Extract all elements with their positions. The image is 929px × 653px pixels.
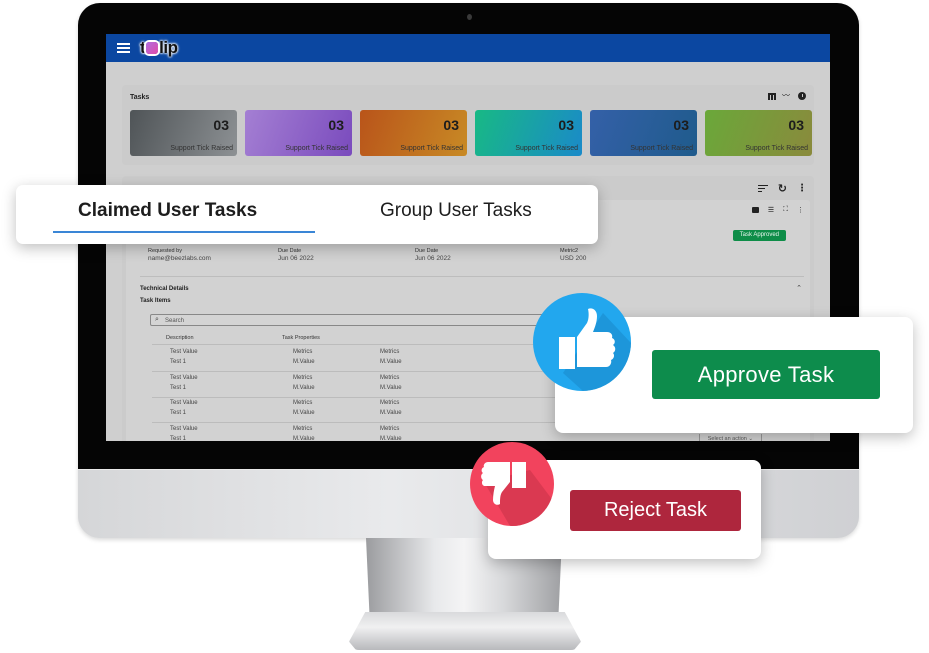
meta-value: Jun 06 2022	[415, 255, 451, 262]
top-app-bar: t lip	[106, 34, 830, 62]
thumbs-up-icon	[533, 293, 631, 391]
task-card-actions: ☰ ⛶ ⋮	[751, 206, 804, 214]
task-summary-card[interactable]: 03 Support Tick Raised	[130, 110, 237, 156]
row-property: Metrics M.Value	[293, 374, 315, 391]
search-placeholder: Search	[165, 317, 185, 324]
meta-value: USD 200	[560, 255, 587, 262]
task-meta: Requested by name@beezlabs.com Due Date …	[148, 248, 788, 268]
tasks-summary-panel: Tasks 〰 03 Support Tick Raised 03 Support…	[122, 85, 814, 165]
card-label: Support Tick Raised	[515, 145, 578, 152]
meta-label: Due Date	[278, 248, 302, 254]
meta-metric2: Metric2 USD 200	[560, 248, 586, 262]
task-items-search-input[interactable]: ⌕ Search	[150, 314, 580, 326]
table-icon[interactable]	[768, 92, 776, 100]
hamburger-menu-icon[interactable]	[117, 43, 130, 53]
tasks-title: Tasks	[130, 94, 150, 101]
chevron-down-icon: ⌄	[748, 436, 753, 441]
card-label: Support Tick Raised	[285, 145, 348, 152]
row-property: Metrics M.Value	[380, 349, 402, 365]
divider	[140, 276, 804, 277]
task-items-title: Task Items	[140, 298, 171, 304]
row-property: Metrics M.Value	[380, 400, 402, 416]
meta-requested-by: Requested by name@beezlabs.com	[148, 248, 211, 262]
search-icon: ⌕	[155, 316, 159, 323]
row-description: Test Value Test 1	[170, 425, 198, 442]
meta-due-date: Due Date Jun 06 2022	[415, 248, 451, 262]
reject-task-button[interactable]: Reject Task	[570, 490, 741, 531]
meta-value: Jun 06 2022	[278, 255, 314, 262]
more-options-icon[interactable]: ⋮	[797, 206, 804, 214]
meta-label: Requested by	[148, 248, 182, 254]
monitor-stand-base	[349, 612, 581, 650]
column-header-description: Description	[166, 335, 194, 341]
row-property: Metrics M.Value	[380, 374, 402, 391]
card-count: 03	[213, 117, 229, 133]
detail-toolbar: ↻ ⋮	[757, 182, 807, 195]
row-property: Metrics M.Value	[293, 425, 315, 442]
row-property: Metrics M.Value	[293, 349, 315, 365]
trend-icon[interactable]: 〰	[782, 92, 792, 100]
task-summary-card[interactable]: 03 Support Tick Raised	[590, 110, 697, 156]
card-count: 03	[443, 117, 459, 133]
clock-icon[interactable]	[798, 92, 806, 100]
collapse-chevron-icon[interactable]: ⌃	[796, 284, 802, 292]
task-summary-card[interactable]: 03 Support Tick Raised	[360, 110, 467, 156]
row-description: Test Value Test 1	[170, 400, 198, 416]
logo-mark-icon	[146, 42, 159, 54]
view-switcher: 〰	[768, 92, 806, 100]
tab-claimed-user-tasks[interactable]: Claimed User Tasks	[78, 200, 257, 222]
meta-label: Due Date	[415, 248, 439, 254]
sort-icon[interactable]	[757, 184, 768, 193]
focus-icon[interactable]: ⛶	[783, 206, 788, 214]
more-options-icon[interactable]: ⋮	[797, 183, 807, 194]
card-label: Support Tick Raised	[170, 145, 233, 152]
card-label: Support Tick Raised	[400, 145, 463, 152]
meta-label: Metric2	[560, 248, 579, 254]
status-badge: Task Approved	[732, 230, 786, 241]
row-description: Test Value Test 1	[170, 349, 198, 365]
task-summary-card[interactable]: 03 Support Tick Raised	[245, 110, 352, 156]
approve-task-button[interactable]: Approve Task	[652, 350, 880, 399]
row-property: Metrics M.Value	[293, 400, 315, 416]
thumbs-down-icon	[470, 442, 554, 526]
task-cards: 03 Support Tick Raised 03 Support Tick Ra…	[130, 110, 812, 156]
select-action-dropdown[interactable]: Select an action ⌄	[698, 434, 762, 441]
refresh-icon[interactable]: ↻	[778, 182, 787, 195]
camera-dot	[467, 14, 472, 20]
card-count: 03	[788, 117, 804, 133]
logo-text-right: lip	[159, 38, 178, 57]
card-label: Support Tick Raised	[630, 145, 693, 152]
row-property: Metrics M.Value	[380, 425, 402, 442]
app-logo[interactable]: t lip	[140, 37, 178, 59]
card-label: Support Tick Raised	[745, 145, 808, 152]
column-header-task-properties: Task Properties	[282, 335, 320, 341]
card-count: 03	[328, 117, 344, 133]
meta-value: name@beezlabs.com	[148, 255, 211, 262]
tab-group-user-tasks[interactable]: Group User Tasks	[380, 200, 532, 222]
logo-text-left: t	[140, 38, 146, 57]
card-count: 03	[673, 117, 689, 133]
active-tab-indicator	[53, 231, 315, 233]
list-icon[interactable]: ☰	[768, 206, 774, 214]
meta-due-date: Due Date Jun 06 2022	[278, 248, 314, 262]
row-description: Test Value Test 1	[170, 374, 198, 391]
task-summary-card[interactable]: 03 Support Tick Raised	[705, 110, 812, 156]
task-summary-card[interactable]: 03 Support Tick Raised	[475, 110, 582, 156]
select-action-label: Select an action	[707, 436, 747, 441]
technical-details-title: Technical Details	[140, 286, 189, 292]
comment-icon[interactable]	[751, 207, 759, 213]
tasks-tab-bar: Claimed User Tasks Group User Tasks	[16, 185, 598, 244]
card-count: 03	[558, 117, 574, 133]
